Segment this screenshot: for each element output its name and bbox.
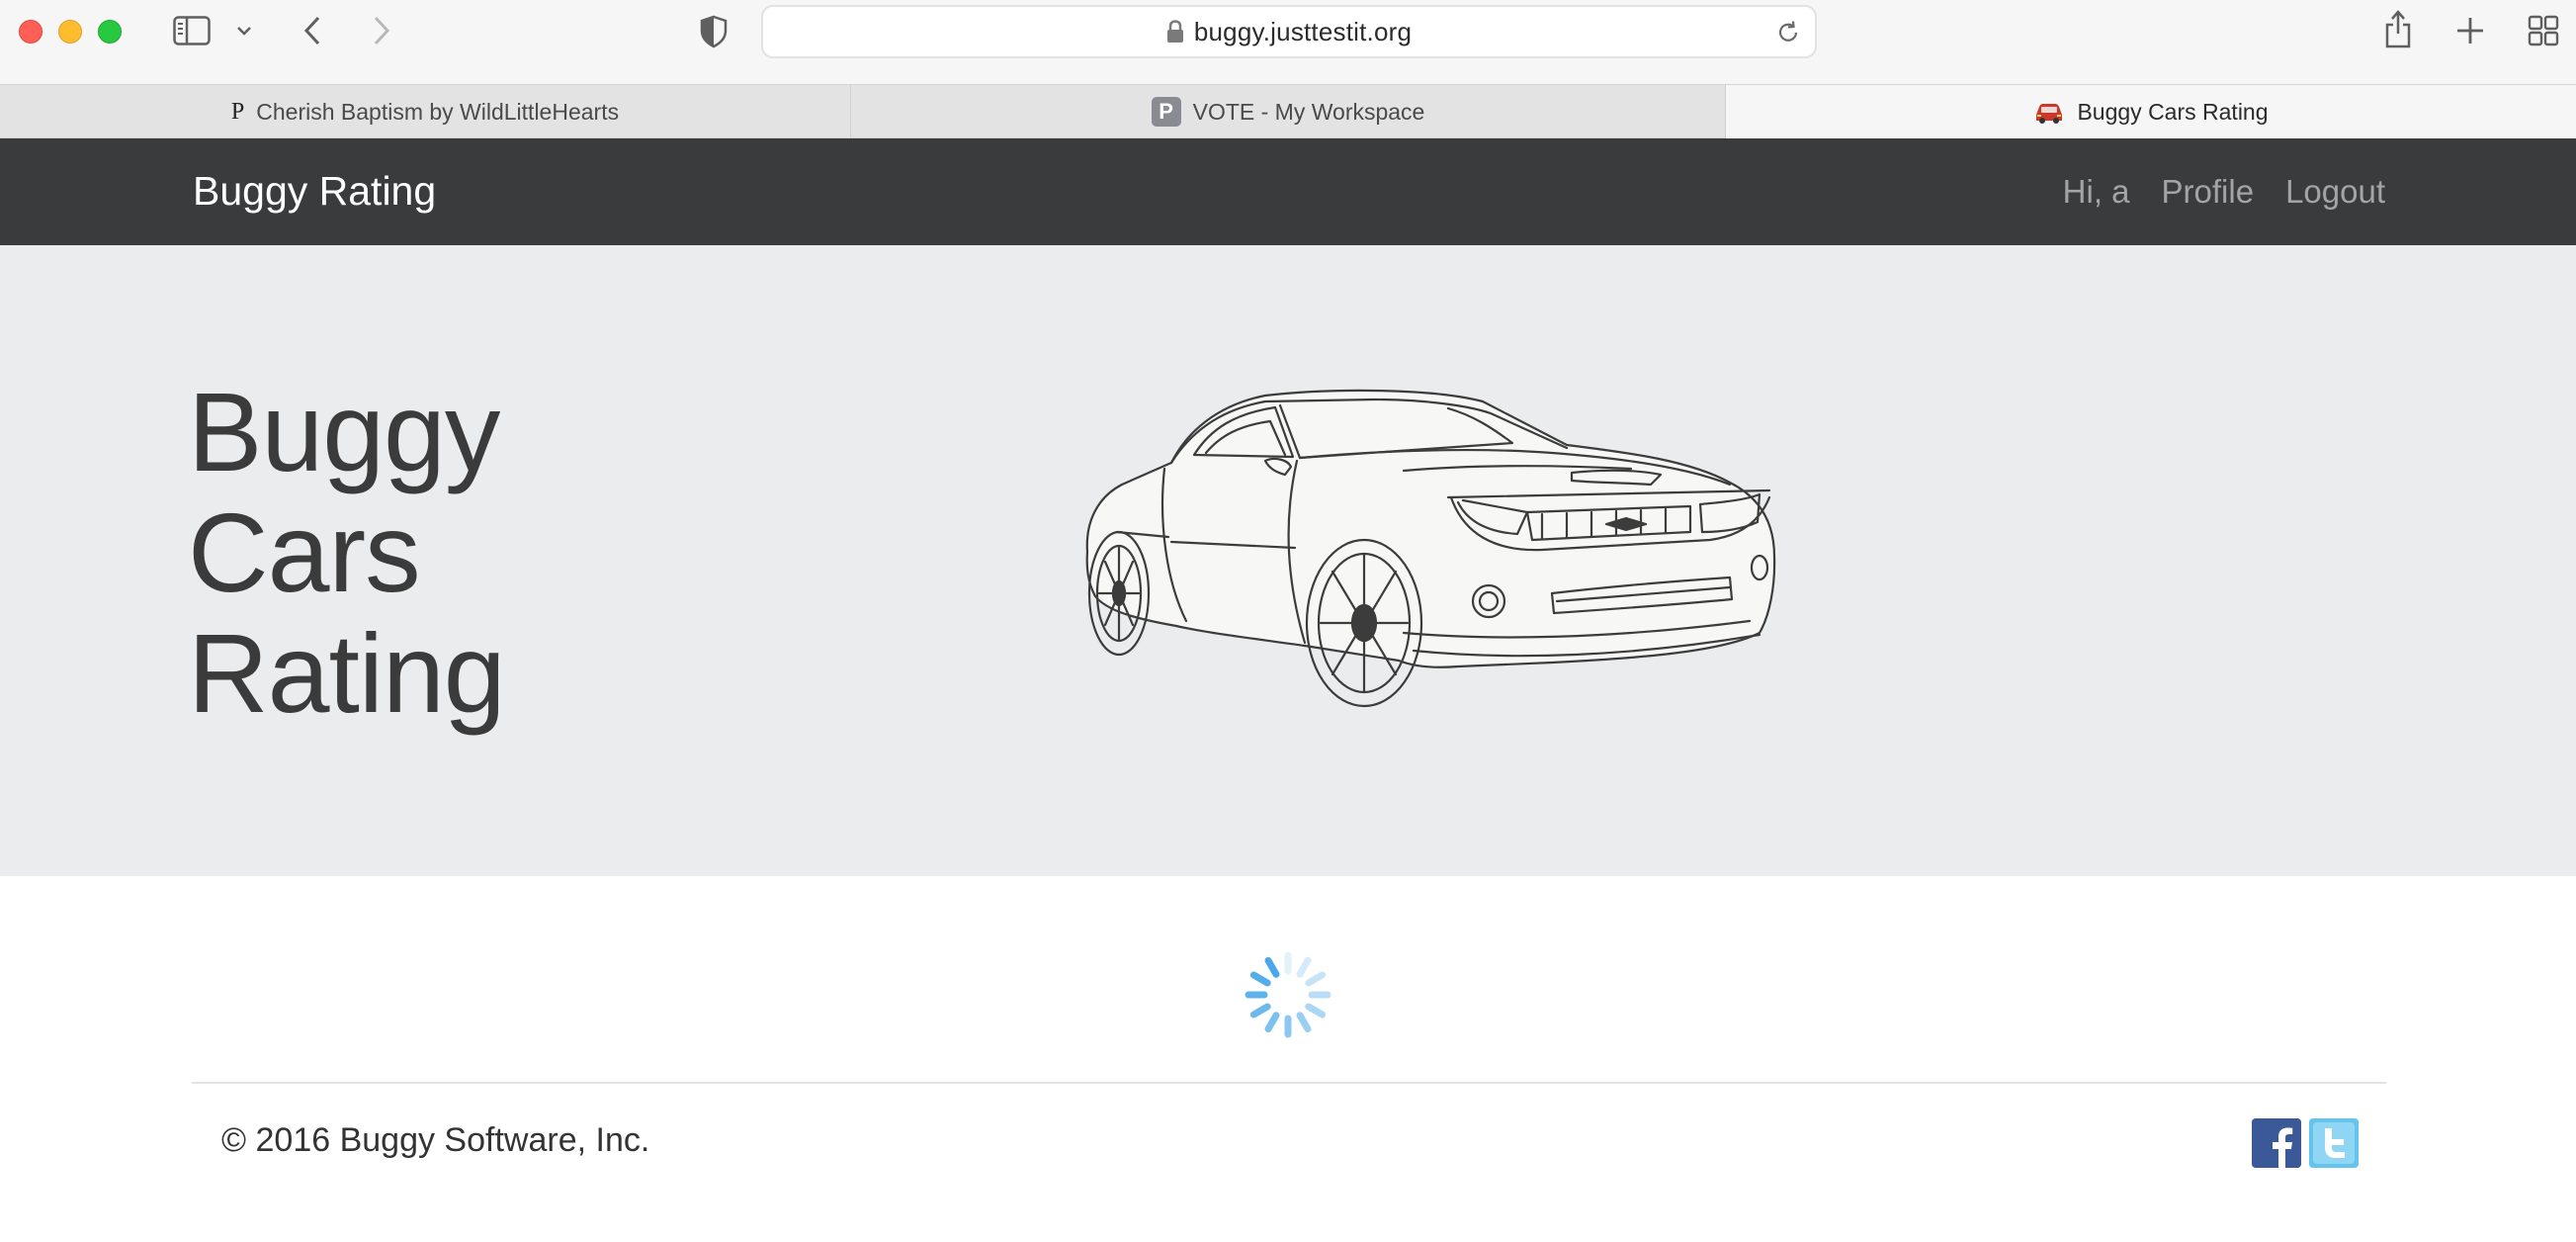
lock-icon xyxy=(1166,20,1184,44)
privacy-shield-icon[interactable] xyxy=(698,14,730,49)
share-icon[interactable] xyxy=(2380,8,2416,49)
greeting-link[interactable]: Hi, a xyxy=(2063,173,2130,211)
car-icon xyxy=(2033,101,2065,125)
tab-buggy-cars-rating[interactable]: Buggy Cars Rating xyxy=(1726,85,2576,139)
window-close-button[interactable] xyxy=(19,20,43,44)
car-sketch-image xyxy=(1085,389,1776,708)
url-text: buggy.justtestit.org xyxy=(1193,16,1413,46)
profile-link[interactable]: Profile xyxy=(2162,173,2255,211)
tab-overview-icon[interactable] xyxy=(2527,14,2560,47)
reload-icon[interactable] xyxy=(1775,20,1801,50)
new-tab-icon[interactable] xyxy=(2453,14,2487,47)
p-serif-icon: P xyxy=(230,98,245,125)
logout-link[interactable]: Logout xyxy=(2285,173,2385,211)
hero-banner: Buggy Cars Rating xyxy=(0,245,2576,876)
browser-toolbar: buggy.justtestit.org xyxy=(0,0,2576,84)
chevron-down-icon[interactable] xyxy=(233,20,255,42)
twitter-icon[interactable] xyxy=(2309,1118,2359,1168)
window-maximize-button[interactable] xyxy=(98,20,122,44)
hero-title: Buggy Cars Rating xyxy=(188,370,506,736)
p-box-icon: P xyxy=(1151,97,1181,127)
hero-title-line: Cars xyxy=(188,490,421,615)
address-bar[interactable]: buggy.justtestit.org xyxy=(761,5,1817,58)
tab-label: Buggy Cars Rating xyxy=(2077,99,2269,125)
window-minimize-button[interactable] xyxy=(58,20,82,44)
tab-strip: P Cherish Baptism by WildLittleHearts P … xyxy=(0,84,2576,139)
loading-spinner-icon xyxy=(1245,951,1331,1038)
tab-label: Cherish Baptism by WildLittleHearts xyxy=(256,98,620,125)
user-nav: Hi, a Profile Logout xyxy=(2063,173,2385,211)
back-icon[interactable] xyxy=(299,14,326,47)
hero-title-line: Rating xyxy=(188,611,506,736)
tab-vote-workspace[interactable]: P VOTE - My Workspace xyxy=(851,85,1726,138)
tab-cherish-baptism[interactable]: P Cherish Baptism by WildLittleHearts xyxy=(0,85,851,138)
hero-title-line: Buggy xyxy=(188,370,500,494)
sidebar-toggle-icon[interactable] xyxy=(170,14,214,47)
facebook-icon[interactable] xyxy=(2252,1118,2301,1168)
site-navbar: Buggy Rating Hi, a Profile Logout xyxy=(0,138,2576,245)
brand-link[interactable]: Buggy Rating xyxy=(193,168,436,215)
copyright-text: © 2016 Buggy Software, Inc. xyxy=(221,1121,650,1159)
forward-icon[interactable] xyxy=(368,14,395,47)
tab-label: VOTE - My Workspace xyxy=(1192,98,1425,125)
footer-divider xyxy=(192,1082,2386,1084)
